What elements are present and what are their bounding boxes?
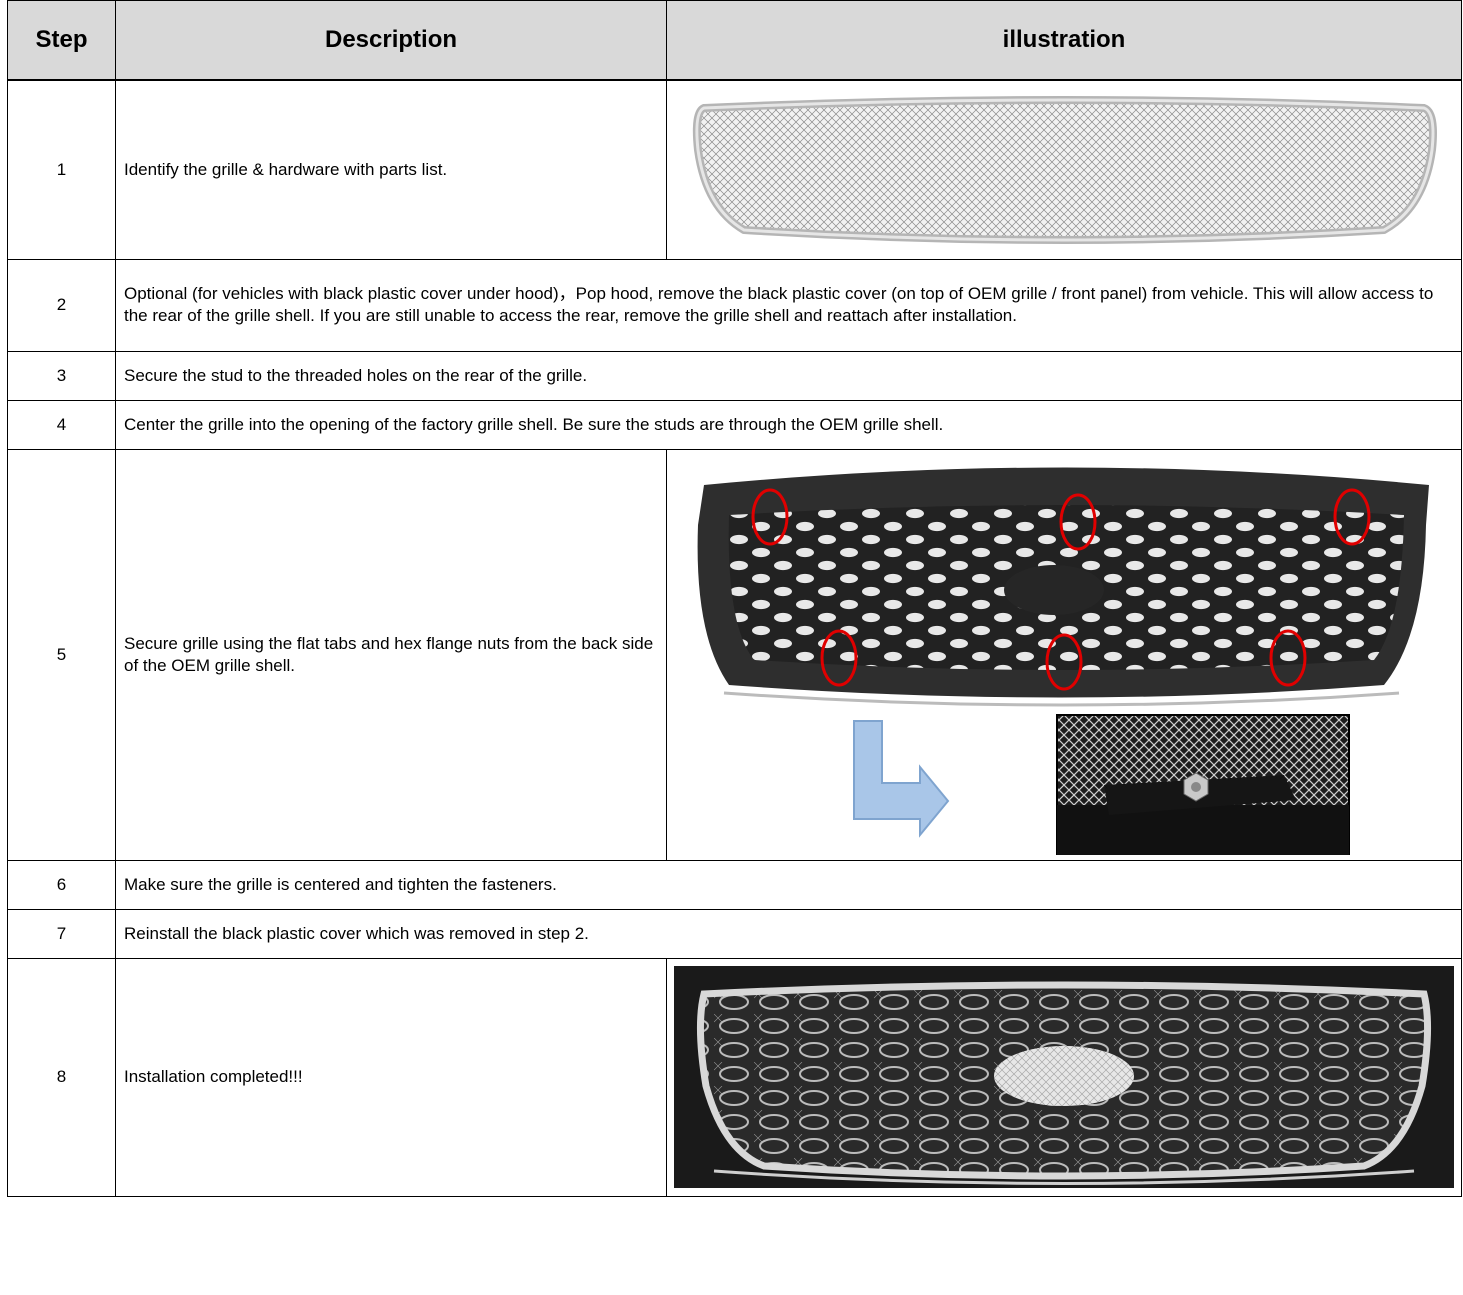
mesh-grille-photo (692, 95, 1437, 244)
step-number: 1 (7, 79, 116, 260)
table-row: 1 Identify the grille & hardware with pa… (7, 79, 1462, 260)
table-row: 8 Installation completed!!! (7, 957, 1462, 1197)
header-illustration: illustration (666, 0, 1462, 81)
step-number: 8 (7, 957, 116, 1197)
oem-grille-shell-with-stud-locations-photo (697, 467, 1429, 855)
table-row: 4 Center the grille into the opening of … (7, 399, 1462, 450)
instruction-table: Step Description illustration 1 Identify… (7, 0, 1462, 1197)
flat-tab-hex-nut-closeup-photo (1056, 713, 1350, 855)
step-number: 2 (7, 258, 116, 352)
header-step: Step (7, 0, 116, 81)
table-row: 6 Make sure the grille is centered and t… (7, 859, 1462, 910)
step-description: Optional (for vehicles with black plasti… (115, 258, 1462, 352)
step-description: Secure the stud to the threaded holes on… (115, 350, 1462, 401)
illustration-cell (666, 448, 1462, 861)
step-number: 6 (7, 859, 116, 910)
table-row: 7 Reinstall the black plastic cover whic… (7, 908, 1462, 959)
table-row: 5 Secure grille using the flat tabs and … (7, 448, 1462, 861)
header-description: Description (115, 0, 667, 81)
step-description: Installation completed!!! (115, 957, 667, 1197)
step-description: Secure grille using the flat tabs and he… (115, 448, 667, 861)
illustration-cell (666, 957, 1462, 1197)
step-description: Identify the grille & hardware with part… (115, 79, 667, 260)
step-number: 4 (7, 399, 116, 450)
step-description: Reinstall the black plastic cover which … (115, 908, 1462, 959)
step-number: 5 (7, 448, 116, 861)
illustration-cell (666, 79, 1462, 260)
table-row: 3 Secure the stud to the threaded holes … (7, 350, 1462, 401)
step-number: 3 (7, 350, 116, 401)
step-description: Make sure the grille is centered and tig… (115, 859, 1462, 910)
table-row: 2 Optional (for vehicles with black plas… (7, 258, 1462, 352)
step-description: Center the grille into the opening of th… (115, 399, 1462, 450)
step-number: 7 (7, 908, 116, 959)
installed-grille-photo (674, 966, 1454, 1188)
table-header-row: Step Description illustration (7, 0, 1462, 81)
arrow-icon (853, 719, 950, 838)
